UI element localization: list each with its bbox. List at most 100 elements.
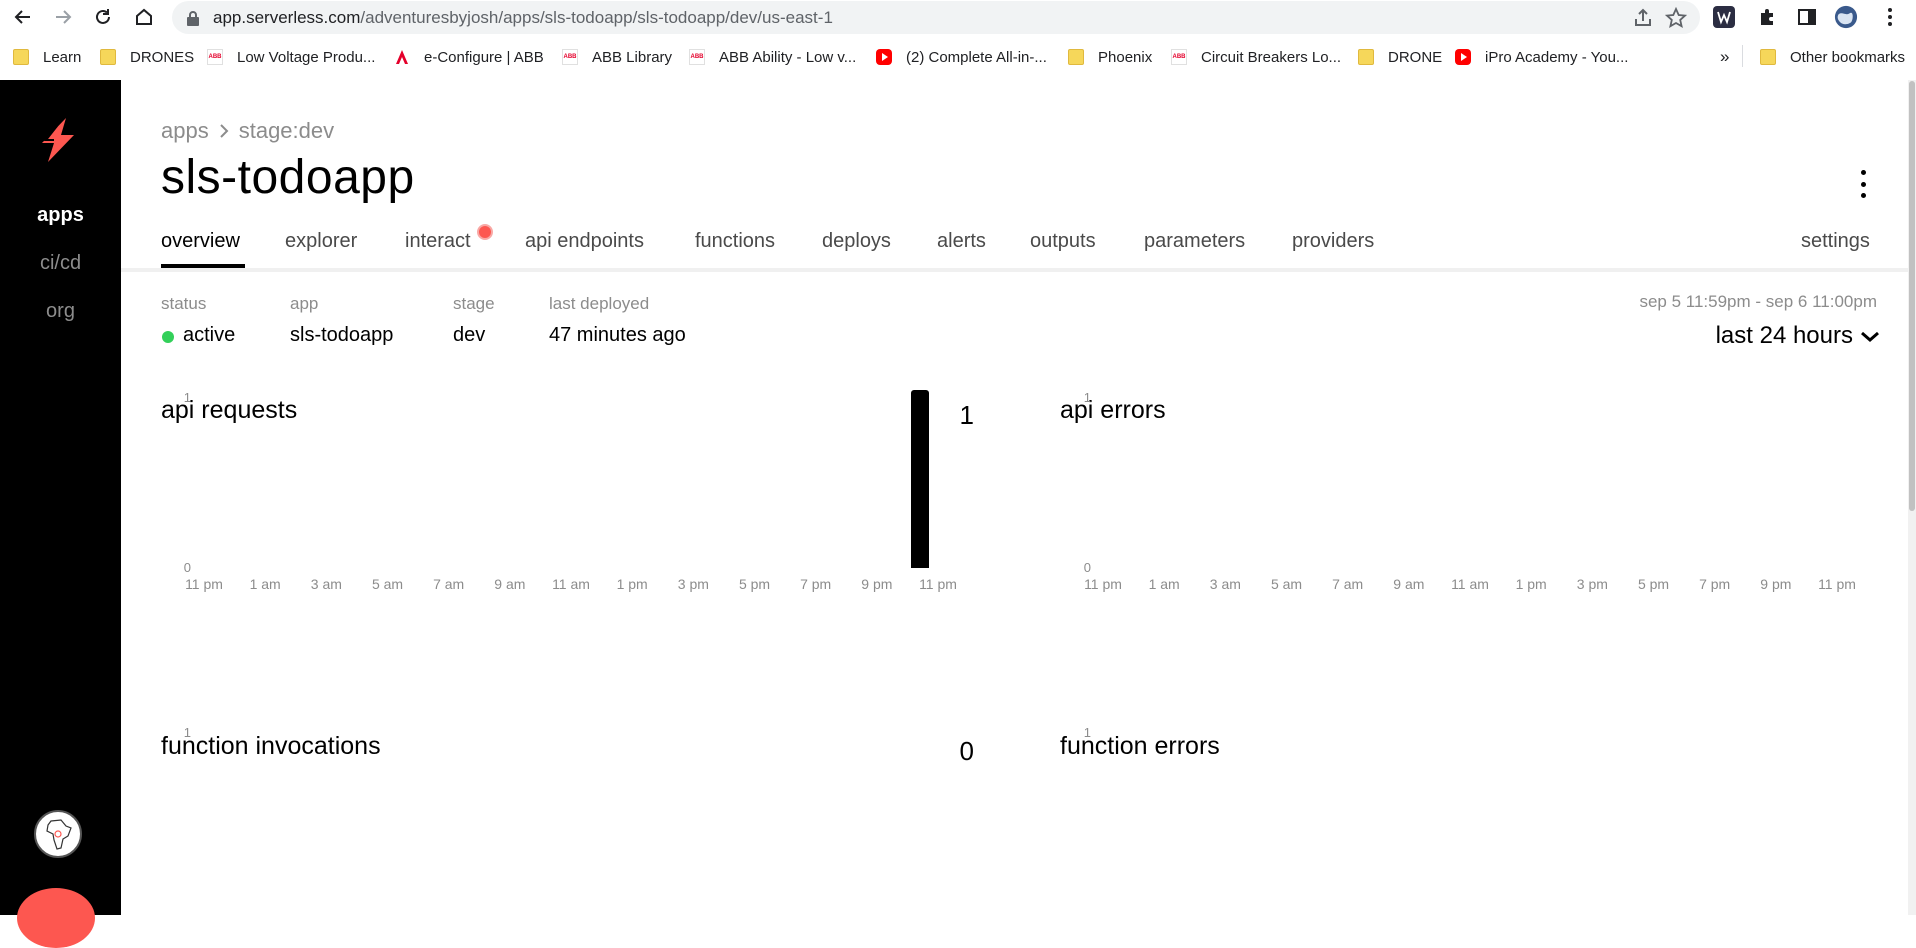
back-button[interactable]	[10, 4, 36, 30]
x-tick-label: 11 pm	[185, 576, 223, 592]
tab-settings[interactable]: settings	[1801, 230, 1870, 253]
status-value: active	[183, 324, 236, 346]
interact-notification-badge	[477, 224, 493, 240]
serverless-logo-icon[interactable]	[36, 116, 78, 164]
abb-icon: ABB	[207, 49, 223, 65]
tabs-divider	[121, 268, 1908, 272]
x-tick-label: 3 am	[310, 576, 342, 592]
time-range-dropdown[interactable]: last 24 hours	[1716, 322, 1881, 350]
youtube-icon	[876, 49, 892, 65]
youtube-icon	[1455, 49, 1471, 65]
chevron-right-icon	[220, 124, 229, 138]
folder-icon	[1358, 49, 1374, 65]
page-scrollbar[interactable]	[1908, 80, 1916, 915]
folder-icon	[13, 49, 29, 65]
x-tick-label: 7 pm	[800, 576, 832, 592]
bookmark-item[interactable]: ABB ABB Library	[562, 46, 672, 68]
folder-icon	[1760, 49, 1776, 65]
africa-map-icon	[46, 819, 72, 850]
sidebar-item-org[interactable]: org	[0, 300, 121, 323]
abb-icon: ABB	[1171, 49, 1187, 65]
address-bar[interactable]: app.serverless.com/adventuresbyjosh/apps…	[172, 1, 1700, 34]
function-invocations-title: function invocations	[161, 732, 381, 760]
tab-providers[interactable]: providers	[1292, 230, 1374, 253]
bookmark-item[interactable]: Learn	[13, 46, 81, 68]
bookmark-item[interactable]: ABB Circuit Breakers Lo...	[1171, 46, 1341, 68]
x-tick-label: 1 am	[1148, 576, 1180, 592]
x-tick-label: 9 pm	[861, 576, 893, 592]
chart-bar[interactable]	[910, 390, 929, 568]
y-tick-label: 1	[183, 390, 191, 405]
extensions-puzzle-icon[interactable]	[1756, 5, 1780, 29]
other-bookmarks-folder[interactable]: Other bookmarks	[1760, 46, 1905, 68]
reload-icon	[96, 9, 110, 24]
stage-value: dev	[453, 324, 486, 346]
bookmark-item[interactable]: iPro Academy - You...	[1455, 46, 1628, 68]
status-label: status	[161, 294, 207, 313]
tab-interact[interactable]: interact	[405, 230, 471, 253]
browser-menu-icon[interactable]	[1878, 5, 1902, 29]
breadcrumb: apps stage:dev	[161, 118, 334, 144]
bookmark-item[interactable]: DRONE	[1358, 46, 1442, 68]
x-tick-label: 3 am	[1209, 576, 1241, 592]
bookmarks-bar: Learn DRONES ABB Low Voltage Produ... e-C…	[0, 41, 1916, 71]
bookmark-item[interactable]: e-Configure | ABB	[394, 46, 544, 68]
stage-label: stage	[453, 294, 495, 313]
bookmark-star-icon[interactable]	[1665, 7, 1687, 29]
app-sidebar: apps ci/cd org	[0, 80, 121, 948]
reload-button[interactable]	[90, 4, 116, 30]
home-button[interactable]	[131, 4, 157, 30]
profile-avatar-icon[interactable]	[1834, 5, 1858, 29]
side-panel-icon[interactable]	[1795, 5, 1819, 29]
folder-icon	[100, 49, 116, 65]
tab-parameters[interactable]: parameters	[1144, 230, 1245, 253]
tab-functions[interactable]: functions	[695, 230, 775, 253]
x-tick-label: 5 pm	[738, 576, 771, 592]
bookmark-item[interactable]: Phoenix	[1068, 46, 1152, 68]
x-tick-label: 1 am	[249, 576, 281, 592]
extension-w-icon[interactable]	[1712, 5, 1736, 29]
app-label: app	[290, 294, 319, 313]
x-tick-label: 5 am	[1270, 576, 1303, 592]
user-avatar[interactable]	[34, 810, 82, 858]
x-tick-label: 11 am	[552, 576, 590, 592]
time-range-selected: last 24 hours	[1715, 322, 1853, 349]
chevron-down-icon	[1861, 331, 1879, 342]
sidebar-item-apps[interactable]: apps	[0, 204, 121, 227]
tab-alerts[interactable]: alerts	[937, 230, 986, 253]
x-tick-label: 1 pm	[1515, 576, 1547, 592]
bookmark-item[interactable]: DRONES	[100, 46, 194, 68]
app-value: sls-todoapp	[290, 324, 394, 346]
y-tick-label: 0	[183, 560, 191, 575]
x-tick-label: 3 pm	[677, 576, 709, 592]
back-arrow-icon	[14, 10, 30, 24]
tab-overview[interactable]: overview	[161, 230, 240, 253]
last-deployed-label: last deployed	[549, 294, 650, 313]
tab-explorer[interactable]: explorer	[285, 230, 357, 253]
bookmark-item[interactable]: ABB Low Voltage Produ...	[207, 46, 375, 68]
x-tick-label: 9 am	[1393, 576, 1425, 592]
sidebar-item-cicd[interactable]: ci/cd	[0, 252, 121, 275]
lock-icon	[187, 11, 199, 26]
bookmark-item[interactable]: ABB ABB Ability - Low v...	[689, 46, 856, 68]
x-tick-label: 5 am	[371, 576, 404, 592]
more-options-button[interactable]	[1857, 170, 1869, 198]
breadcrumb-stage[interactable]: stage:dev	[239, 118, 334, 144]
share-icon[interactable]	[1632, 7, 1654, 29]
support-chat-button[interactable]	[17, 888, 95, 948]
abb-icon: ABB	[689, 49, 705, 65]
bookmarks-overflow-button[interactable]: »	[1720, 46, 1729, 68]
breadcrumb-apps[interactable]: apps	[161, 118, 209, 144]
bookmarks-divider	[1742, 45, 1743, 67]
status-active-dot	[162, 331, 174, 343]
tab-deploys[interactable]: deploys	[822, 230, 891, 253]
folder-icon	[1068, 49, 1084, 65]
bookmark-item[interactable]: (2) Complete All-in-...	[876, 46, 1047, 68]
x-tick-label: 11 pm	[919, 576, 957, 592]
y-tick-label: 1	[1083, 390, 1091, 405]
scrollbar-thumb[interactable]	[1909, 81, 1915, 511]
tab-outputs[interactable]: outputs	[1030, 230, 1096, 253]
tab-api-endpoints[interactable]: api endpoints	[525, 230, 644, 253]
function-invocations-count: 0	[959, 736, 974, 766]
forward-button[interactable]	[50, 4, 76, 30]
